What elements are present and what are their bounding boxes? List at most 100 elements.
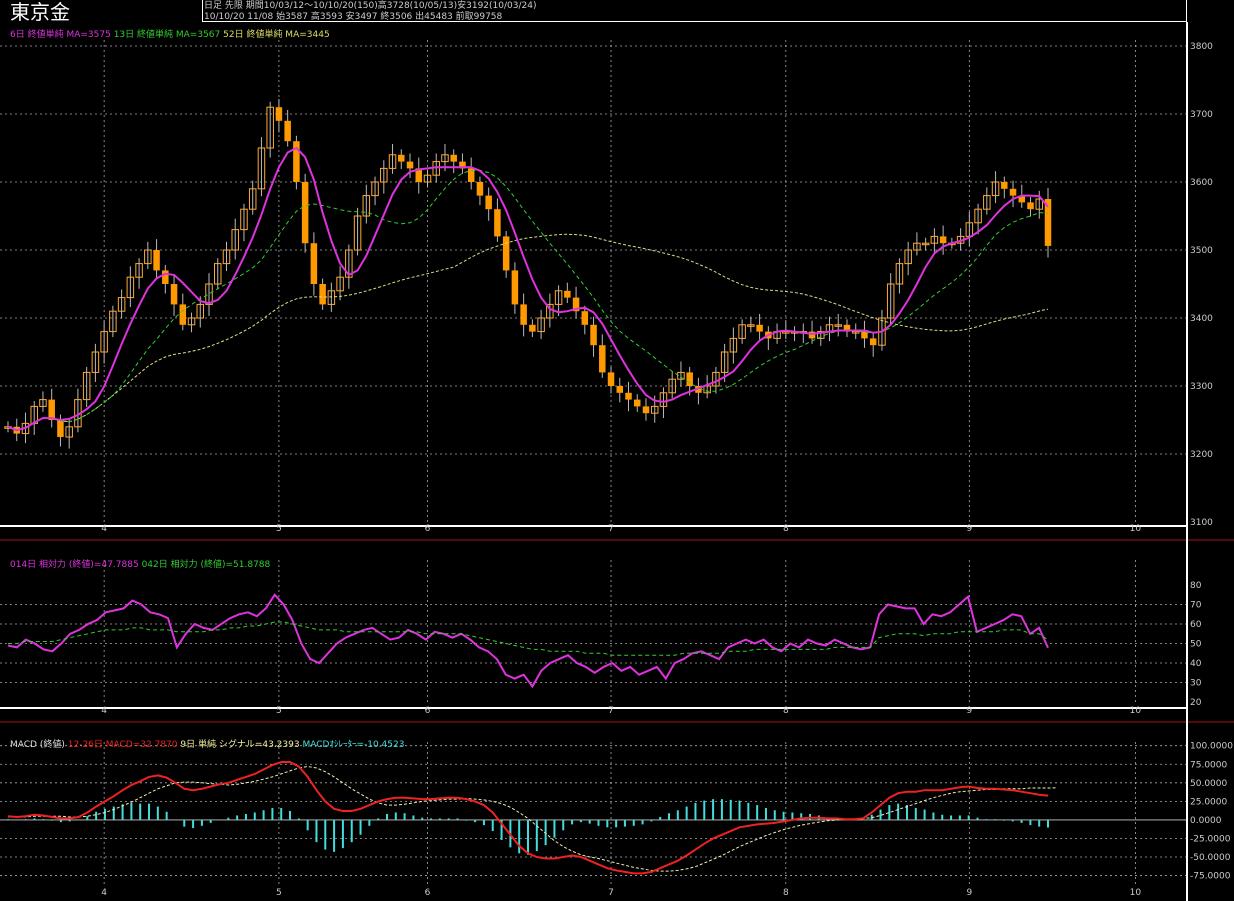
legend-macd-line: 12-26日 MACD=32.7870 — [67, 740, 178, 750]
price-y-tick-label: 3400 — [1190, 314, 1213, 324]
x-tick-label: 8 — [783, 888, 789, 898]
candle-body-down — [494, 209, 501, 237]
x-tick-label: 9 — [966, 524, 972, 534]
price-y-tick-label: 3300 — [1190, 382, 1213, 392]
x-tick-label: 10 — [1130, 888, 1142, 898]
candle-body-down — [502, 236, 510, 271]
macd-y-tick-label: 100.0000 — [1190, 742, 1233, 752]
rsi-y-tick-label: 60 — [1190, 620, 1202, 630]
x-tick-label: 8 — [783, 524, 789, 534]
candle-body-down — [1009, 188, 1017, 196]
candle-body-down — [520, 304, 527, 325]
macd-y-tick-label: -75.0000 — [1190, 872, 1231, 882]
candle-body-down — [642, 406, 650, 414]
candle-body-down — [476, 182, 484, 196]
legend-ma6: 6日 終値単純 MA=3575 — [10, 30, 111, 40]
header-latest-info: 10/10/20 11/08 始3587 高3593 安3497 終3506 出… — [204, 12, 503, 22]
x-tick-label: 6 — [425, 706, 431, 716]
rsi-legend: 014日 相対力 (終値)=47.7885 042日 相対力 (終値)=51.8… — [10, 557, 270, 570]
candle-body-down — [485, 195, 492, 210]
x-tick-label: 4 — [101, 524, 107, 534]
candle-body-down — [686, 372, 693, 386]
macd-legend: MACD (終値) 12-26日 MACD=32.7870 9日 単純 シグナル… — [10, 737, 404, 750]
rsi-y-tick-label: 50 — [1190, 640, 1202, 650]
x-tick-label: 4 — [101, 706, 107, 716]
x-tick-label: 9 — [966, 706, 972, 716]
candle-body-down — [284, 120, 291, 142]
x-tick-label: 5 — [276, 706, 282, 716]
legend-macd-osc: MACDｵｼﾚｰﾀｰ=-10.4523 — [302, 740, 405, 750]
axis-labels: 4 4 4 5 5 5 6 6 6 7 7 7 8 8 8 9 9 9 10 10 10 3100 3200 3300 3400… — [101, 42, 1233, 898]
candle-body-down — [625, 392, 632, 400]
macd-y-tick-label: 25.0000 — [1190, 797, 1227, 807]
legend-macd-name: MACD (終値) — [10, 740, 65, 750]
x-tick-label: 10 — [1130, 706, 1142, 716]
candle-body-down — [48, 399, 55, 420]
x-tick-label: 6 — [425, 888, 431, 898]
price-panel — [4, 99, 1052, 449]
page-title: 東京金 — [10, 0, 70, 24]
candle-body-down — [581, 311, 589, 325]
rsi-y-tick-label: 70 — [1190, 601, 1202, 611]
candle-body-down — [939, 236, 947, 244]
ma13-line — [7, 170, 1049, 431]
candle-body-down — [301, 182, 309, 244]
candle-body-down — [1027, 202, 1034, 210]
macd-y-tick-label: 75.0000 — [1190, 760, 1227, 770]
candle-body-down — [57, 420, 64, 437]
x-tick-label: 7 — [608, 706, 614, 716]
x-tick-label: 4 — [101, 888, 107, 898]
x-tick-label: 5 — [276, 888, 282, 898]
candle-body-down — [590, 324, 597, 346]
candle-body-down — [599, 345, 606, 373]
candle-body-down — [275, 107, 283, 121]
chart-canvas: 4 4 4 5 5 5 6 6 6 7 7 7 8 8 8 9 9 9 10 10 10 3100 3200 3300 3400… — [0, 22, 1234, 901]
rsi-y-tick-label: 40 — [1190, 659, 1202, 669]
rsi-panel — [7, 593, 1049, 689]
panel-frames — [0, 22, 1234, 901]
ma6-line — [7, 146, 1049, 432]
candle-body-down — [450, 154, 457, 162]
candle-body-down — [869, 338, 877, 346]
legend-rsi42: 042日 相対力 (終値)=51.8788 — [141, 560, 271, 570]
rsi42-line — [8, 621, 1049, 656]
candle-body-down — [319, 284, 326, 305]
x-tick-label: 7 — [608, 888, 614, 898]
candle-body-down — [162, 270, 169, 284]
price-y-tick-label: 3500 — [1190, 246, 1213, 256]
candle-body-down — [406, 161, 414, 169]
price-y-tick-label: 3200 — [1190, 450, 1213, 460]
grid-lines — [0, 40, 1186, 884]
candle-body-down — [179, 304, 187, 325]
candle-body-down — [511, 270, 519, 305]
x-tick-label: 6 — [425, 524, 431, 534]
price-y-tick-label: 3800 — [1190, 42, 1213, 52]
legend-ma13: 13日 終値単純 MA=3567 — [113, 30, 221, 40]
header-period-info: 日足 先限 期間10/03/12〜10/10/20(150)高3728(10/0… — [204, 1, 537, 11]
price-y-tick-label: 3100 — [1190, 518, 1213, 528]
macd-y-tick-label: 0.0000 — [1190, 816, 1222, 826]
candle-body-down — [398, 154, 405, 162]
price-legend: 6日 終値単純 MA=3575 13日 終値単純 MA=3567 52日 終値単… — [10, 27, 330, 40]
macd-y-tick-label: 50.0000 — [1190, 779, 1227, 789]
price-y-tick-label: 3700 — [1190, 110, 1213, 120]
rsi-y-tick-label: 30 — [1190, 679, 1202, 689]
rsi-y-tick-label: 20 — [1190, 698, 1202, 708]
rsi-y-tick-label: 80 — [1190, 581, 1202, 591]
rsi14-line — [7, 593, 1049, 689]
macd-y-tick-label: -25.0000 — [1190, 834, 1231, 844]
legend-rsi14: 014日 相対力 (終値)=47.7885 — [10, 560, 139, 570]
price-y-tick-label: 3600 — [1190, 178, 1213, 188]
x-tick-label: 7 — [608, 524, 614, 534]
legend-macd-signal: 9日 単純 シグナル=43.2393 — [180, 740, 300, 750]
candle-body-down — [310, 243, 318, 284]
candle-body-down — [607, 372, 615, 386]
x-tick-label: 10 — [1130, 524, 1142, 534]
x-tick-label: 9 — [966, 888, 972, 898]
candle-body-down — [564, 290, 571, 298]
candle-body-down — [616, 386, 624, 393]
macd-y-tick-label: -50.0000 — [1190, 853, 1231, 863]
candle-body-down — [633, 399, 641, 407]
candle-body-down — [756, 324, 763, 332]
legend-ma52: 52日 終値単純 MA=3445 — [223, 30, 330, 40]
